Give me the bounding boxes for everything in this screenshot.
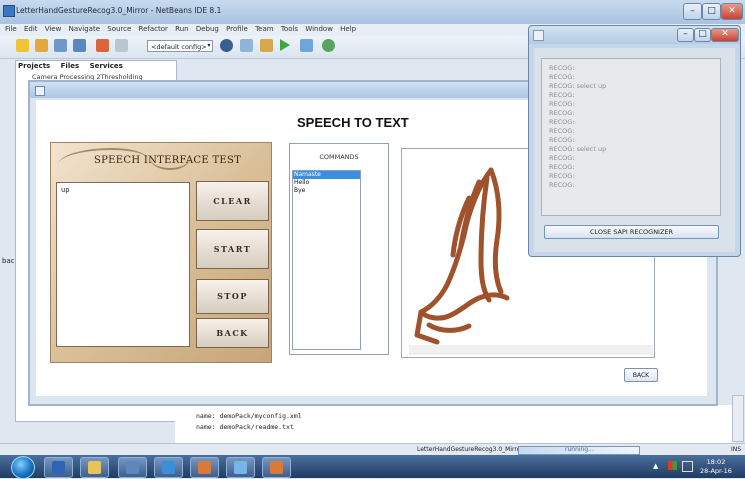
commands-list[interactable]: Namaste Hello Bye <box>292 170 361 350</box>
profile-icon[interactable] <box>322 39 335 52</box>
clean-build-icon[interactable] <box>240 39 253 52</box>
taskbar-explorer[interactable] <box>80 457 109 478</box>
window-title: LetterHandGestureRecog3.0_Mirror - NetBe… <box>16 6 222 15</box>
log-line: RECOG: <box>549 64 575 72</box>
sapi-minimize-button[interactable]: – <box>677 28 694 42</box>
sapi-maximize-button[interactable]: □ <box>694 28 711 42</box>
speech-text-area[interactable]: up <box>56 182 190 347</box>
clock-time: 18:02 <box>706 458 726 466</box>
maximize-button[interactable]: □ <box>702 3 721 20</box>
log-line: RECOG: <box>549 109 575 117</box>
panel-title: SPEECH INTERFACE TEST <box>94 155 242 166</box>
config-select[interactable]: <default config> <box>147 40 213 52</box>
menu-file[interactable]: File <box>5 25 17 33</box>
status-mode: INS <box>731 446 742 453</box>
tab-services[interactable]: Services <box>90 62 123 70</box>
network-icon[interactable] <box>682 461 693 472</box>
menu-help[interactable]: Help <box>340 25 356 33</box>
close-sapi-recognizer-button[interactable]: CLOSE SAPI RECOGNIZER <box>544 225 719 239</box>
output-line: name: demoPack/readme.txt <box>196 423 294 431</box>
menu-refactor[interactable]: Refactor <box>139 25 168 33</box>
taskbar-java-app-2[interactable] <box>262 457 291 478</box>
taskbar-paint[interactable] <box>226 457 255 478</box>
sapi-close-button[interactable]: ✕ <box>711 28 739 42</box>
menu-source[interactable]: Source <box>107 25 131 33</box>
clock-date: 28-Apr-16 <box>700 467 732 475</box>
clear-button[interactable]: CLEAR <box>196 181 269 221</box>
taskbar-virtualbox[interactable] <box>154 457 183 478</box>
tray-expand-icon[interactable]: ▲ <box>653 462 658 470</box>
tab-projects[interactable]: Projects <box>18 62 50 70</box>
redo-icon[interactable] <box>115 39 128 52</box>
log-line: RECOG: <box>549 163 575 171</box>
taskbar-word[interactable] <box>44 457 73 478</box>
chevron-down-icon[interactable]: ▾ <box>205 40 213 52</box>
commands-header: COMMANDS <box>319 153 359 161</box>
debug-icon[interactable] <box>300 39 313 52</box>
log-line: RECOG: <box>549 181 575 189</box>
command-item[interactable]: Hello <box>293 179 360 187</box>
back-panel-button[interactable]: BACK <box>196 318 269 348</box>
netbeans-app-icon <box>3 5 15 17</box>
side-label: bac <box>2 257 15 265</box>
action-center-flag-icon[interactable] <box>668 461 677 470</box>
undo-icon[interactable] <box>96 39 109 52</box>
start-button[interactable] <box>11 456 35 479</box>
tray-clock[interactable]: 18:02 28-Apr-16 <box>700 458 732 476</box>
output-scrollbar[interactable] <box>732 395 744 442</box>
menu-debug[interactable]: Debug <box>196 25 219 33</box>
log-line: RECOG: <box>549 91 575 99</box>
taskbar-java-app[interactable] <box>190 457 219 478</box>
log-line: RECOG: <box>549 154 575 162</box>
sapi-app-icon <box>533 30 544 41</box>
projects-tabs: Projects Files Services <box>18 62 131 70</box>
log-line: RECOG: <box>549 73 575 81</box>
build-icon[interactable] <box>260 39 273 52</box>
page-title: SPEECH TO TEXT <box>297 115 409 130</box>
menu-navigate[interactable]: Navigate <box>69 25 100 33</box>
back-button[interactable]: BACK <box>624 368 658 382</box>
minimize-button[interactable]: – <box>683 3 702 20</box>
menu-edit[interactable]: Edit <box>24 25 38 33</box>
command-item[interactable]: Namaste <box>293 171 360 179</box>
menu-run[interactable]: Run <box>175 25 188 33</box>
log-line: RECOG: select up <box>549 82 607 90</box>
start-button[interactable]: START <box>196 229 269 269</box>
open-project-icon[interactable] <box>54 39 67 52</box>
log-line: RECOG: <box>549 118 575 126</box>
log-line: RECOG: <box>549 136 575 144</box>
menu-tools[interactable]: Tools <box>281 25 298 33</box>
menu-view[interactable]: View <box>45 25 62 33</box>
log-line: RECOG: <box>549 100 575 108</box>
log-line: RECOG: select up <box>549 145 607 153</box>
tab-files[interactable]: Files <box>61 62 80 70</box>
status-running: running... <box>565 446 594 453</box>
taskbar <box>0 455 745 478</box>
log-line: RECOG: <box>549 127 575 135</box>
menu-profile[interactable]: Profile <box>226 25 248 33</box>
log-line: RECOG: <box>549 172 575 180</box>
settings-icon[interactable] <box>220 39 233 52</box>
stop-button[interactable]: STOP <box>196 279 269 314</box>
output-line: name: demoPack/myconfig.xml <box>196 412 302 420</box>
command-item[interactable]: Bye <box>293 187 360 195</box>
taskbar-netbeans[interactable] <box>118 457 147 478</box>
menu-team[interactable]: Team <box>255 25 274 33</box>
menu-window[interactable]: Window <box>305 25 333 33</box>
close-button[interactable]: ✕ <box>721 3 743 20</box>
run-icon[interactable] <box>280 39 290 51</box>
save-all-icon[interactable] <box>73 39 86 52</box>
new-file-icon[interactable] <box>16 39 29 52</box>
praying-hands-icon <box>414 167 510 345</box>
new-project-icon[interactable] <box>35 39 48 52</box>
menu-items: File Edit View Navigate Source Refactor … <box>5 25 361 33</box>
java-app-icon <box>35 86 45 96</box>
